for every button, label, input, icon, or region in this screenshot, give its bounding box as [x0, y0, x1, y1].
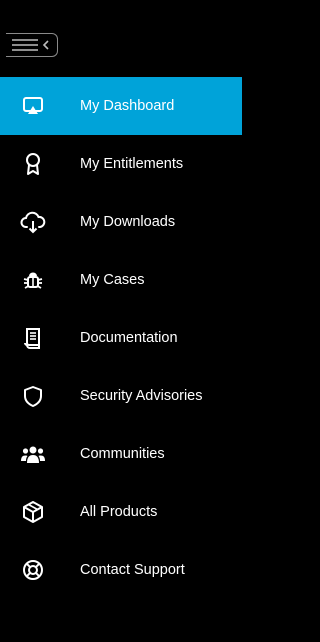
products-icon: [20, 499, 46, 525]
sidebar-item-label: My Entitlements: [80, 155, 184, 172]
sidebar-item-all-products[interactable]: All Products: [0, 483, 242, 541]
sidebar-item-label: All Products: [80, 503, 158, 520]
sidebar-item-my-cases[interactable]: My Cases: [0, 251, 242, 309]
sidebar: My Dashboard My Entitlements My Download…: [0, 0, 242, 642]
sidebar-item-label: My Cases: [80, 271, 145, 288]
sidebar-toggle-button[interactable]: [6, 33, 58, 57]
dashboard-icon: [20, 93, 46, 119]
sidebar-item-contact-support[interactable]: Contact Support: [0, 541, 242, 599]
cloud-download-icon: [20, 209, 46, 235]
menu-collapse-icon: [10, 36, 52, 54]
lifebuoy-icon: [20, 557, 46, 583]
sidebar-item-label: My Downloads: [80, 213, 176, 230]
sidebar-item-label: Documentation: [80, 329, 178, 346]
sidebar-item-my-entitlements[interactable]: My Entitlements: [0, 135, 242, 193]
shield-icon: [20, 383, 46, 409]
sidebar-item-security-advisories[interactable]: Security Advisories: [0, 367, 242, 425]
sidebar-item-label: My Dashboard: [80, 97, 175, 114]
sidebar-item-label: Security Advisories: [80, 387, 203, 404]
sidebar-item-documentation[interactable]: Documentation: [0, 309, 242, 367]
sidebar-item-my-dashboard[interactable]: My Dashboard: [0, 77, 242, 135]
document-icon: [20, 325, 46, 351]
sidebar-item-my-downloads[interactable]: My Downloads: [0, 193, 242, 251]
sidebar-item-label: Contact Support: [80, 561, 185, 578]
users-icon: [20, 441, 46, 467]
sidebar-item-label: Communities: [80, 445, 165, 462]
bug-icon: [20, 267, 46, 293]
award-icon: [20, 151, 46, 177]
sidebar-nav: My Dashboard My Entitlements My Download…: [0, 77, 242, 599]
sidebar-item-communities[interactable]: Communities: [0, 425, 242, 483]
